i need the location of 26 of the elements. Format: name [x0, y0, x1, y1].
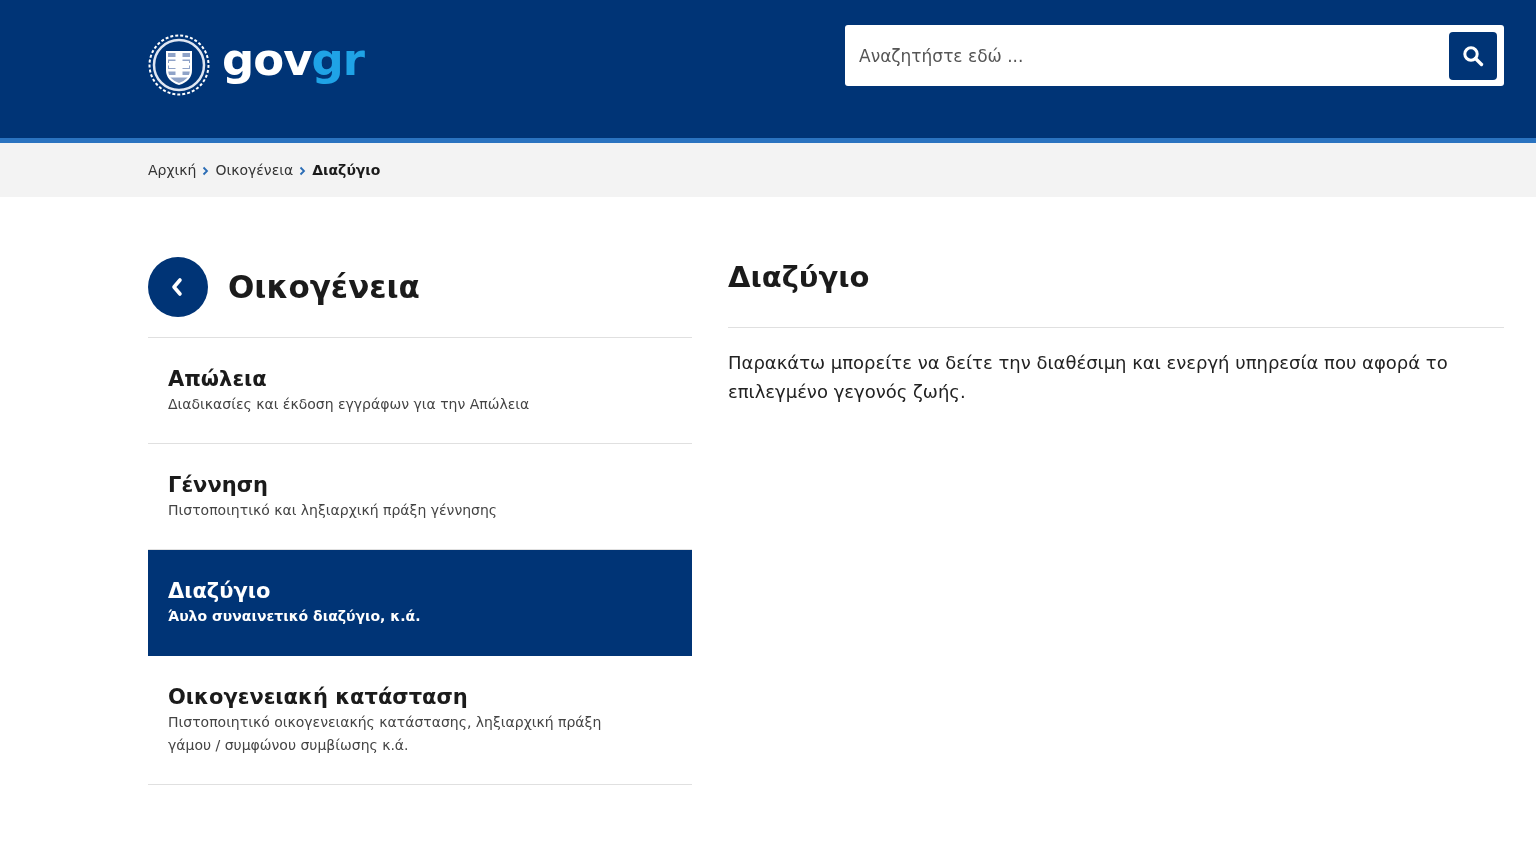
item-title: Οικογενειακή κατάσταση	[168, 684, 469, 711]
logo-text[interactable]: gov	[222, 35, 312, 85]
sidebar-item[interactable]: Διαζύγιο Άυλο συναινετικό διαζύγιο, κ.ά.	[148, 550, 692, 656]
item-title: Απώλεια	[168, 366, 268, 393]
search-field[interactable]: Αναζητήστε εδώ ...	[845, 25, 1504, 86]
item-title: Γέννηση	[168, 472, 269, 499]
item-title: Διαζύγιο	[168, 578, 272, 605]
item-description: Πιστοποιητικό και ληξιαρχική πράξη γέννησης	[168, 501, 499, 520]
search-button[interactable]	[1449, 31, 1497, 80]
logo-text-accent[interactable]: gr	[311, 35, 364, 85]
search-icon	[1462, 44, 1484, 67]
item-description: Άυλο συναινετικό διαζύγιο, κ.ά.	[168, 607, 422, 626]
breadcrumb-link[interactable]: Αρχική	[148, 161, 197, 179]
chevron-left-icon	[170, 277, 184, 297]
chevron-right-icon	[202, 166, 210, 176]
search-input[interactable]: Αναζητήστε εδώ ...	[859, 40, 1449, 71]
emblem-icon	[148, 34, 210, 96]
breadcrumb-link[interactable]: Οικογένεια	[215, 161, 294, 179]
chevron-right-icon	[299, 166, 307, 176]
page-title: Διαζύγιο	[728, 257, 1504, 328]
sidebar-title: Οικογένεια	[228, 268, 420, 307]
back-button[interactable]	[148, 257, 208, 317]
item-description: Πιστοποιητικό οικογενειακής κατάστασης, ληξιαρχική πράξη γάμου / συμφώνου συμβίωσης κ.ά.	[168, 713, 603, 755]
breadcrumb-current: Διαζύγιο	[312, 161, 381, 179]
intro-text: Παρακάτω μπορείτε να δείτε την διαθέσιμη και ενεργή υπηρεσία που αφορά το επιλεγμένο γεγονός ζωής.	[728, 351, 1449, 404]
item-description: Διαδικασίες και έκδοση εγγράφων για την Απώλεια	[168, 395, 531, 414]
